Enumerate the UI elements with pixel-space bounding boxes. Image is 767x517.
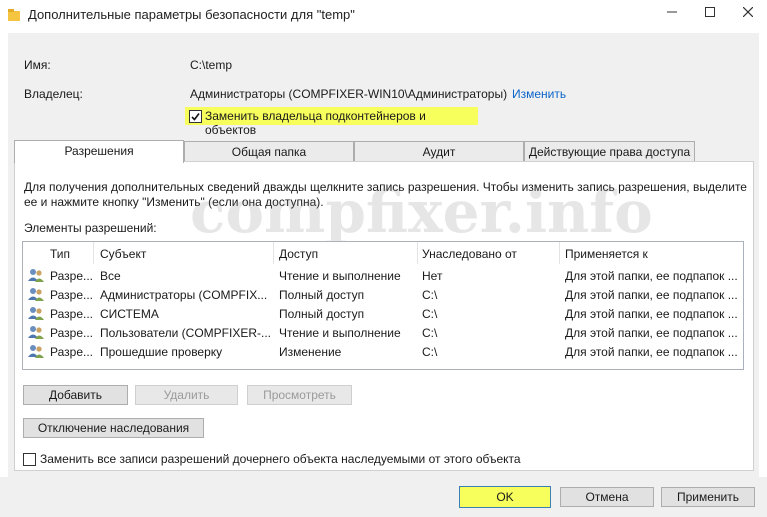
cell-subject: Прошедшие проверку xyxy=(100,345,223,359)
cell-subject: Администраторы (COMPFIX... xyxy=(100,288,268,302)
disable-inheritance-label: Отключение наследования xyxy=(37,421,190,435)
cell-applies: Для этой папки, ее подпапок ... xyxy=(565,269,738,283)
owner-value: Администраторы (COMPFIXER-WIN10\Админист… xyxy=(190,87,508,101)
tab-permissions-front-label: Разрешения xyxy=(64,144,134,158)
cell-inherited: C:\ xyxy=(422,326,438,340)
apply-button[interactable]: Применить xyxy=(661,487,755,507)
col-subject[interactable]: Субъект xyxy=(100,247,146,261)
tab-shared-folder[interactable]: Общая папка xyxy=(184,141,354,162)
cell-access: Полный доступ xyxy=(279,307,365,321)
replace-owner-label: Заменить владельца подконтейнеров и объе… xyxy=(205,109,426,137)
cell-type: Разре... xyxy=(50,326,93,340)
replace-owner-checkbox[interactable] xyxy=(189,110,202,123)
cell-access: Чтение и выполнение xyxy=(279,326,401,340)
ok-button-label: OK xyxy=(496,490,514,504)
col-access[interactable]: Доступ xyxy=(279,247,318,261)
title-bar: Дополнительные параметры безопасности дл… xyxy=(0,0,767,30)
remove-button-label: Удалить xyxy=(163,388,210,402)
cell-subject: Все xyxy=(100,269,121,283)
table-row[interactable]: Разре... Прошедшие проверку Изменение C:… xyxy=(23,342,743,361)
close-icon xyxy=(743,7,753,17)
cell-type: Разре... xyxy=(50,345,93,359)
cell-inherited: C:\ xyxy=(422,345,438,359)
cell-access: Чтение и выполнение xyxy=(279,269,401,283)
disable-inheritance-button[interactable]: Отключение наследования xyxy=(23,418,204,438)
folder-icon xyxy=(8,9,20,21)
replace-child-permissions-checkbox[interactable] xyxy=(23,453,36,466)
users-icon xyxy=(28,345,44,358)
remove-button[interactable]: Удалить xyxy=(135,385,238,405)
cell-type: Разре... xyxy=(50,307,93,321)
users-icon xyxy=(28,269,44,282)
permission-list[interactable]: Тип Субъект Доступ Унаследовано от Приме… xyxy=(22,241,744,370)
table-row[interactable]: Разре... Пользователи (COMPFIXER-... Чте… xyxy=(23,323,743,342)
col-divider[interactable] xyxy=(559,242,560,264)
tab-effective-access-label: Действующие права доступа xyxy=(528,145,691,159)
users-icon xyxy=(28,326,44,339)
apply-button-label: Применить xyxy=(676,490,739,504)
window-title: Дополнительные параметры безопасности дл… xyxy=(28,7,355,22)
tab-audit-label: Аудит xyxy=(422,145,456,159)
table-row[interactable]: Разре... Все Чтение и выполнение Нет Для… xyxy=(23,266,743,285)
cancel-button[interactable]: Отмена xyxy=(560,487,654,507)
col-divider[interactable] xyxy=(417,242,418,264)
replace-child-permissions-label: Заменить все записи разрешений дочернего… xyxy=(40,452,521,466)
col-divider[interactable] xyxy=(273,242,274,264)
watermark: compfixer.info xyxy=(190,178,653,246)
tab-shared-folder-label: Общая папка xyxy=(231,145,307,159)
users-icon xyxy=(28,288,44,301)
change-owner-link[interactable]: Изменить xyxy=(512,87,566,101)
cell-inherited: C:\ xyxy=(422,288,438,302)
checkmark-icon xyxy=(191,113,200,121)
minimize-button[interactable] xyxy=(652,0,692,24)
add-button-label: Добавить xyxy=(48,388,103,402)
cell-applies: Для этой папки, ее подпапок ... xyxy=(565,307,738,321)
ok-button[interactable]: OK xyxy=(459,486,551,508)
col-divider[interactable] xyxy=(93,242,94,264)
cell-type: Разре... xyxy=(50,288,93,302)
cell-applies: Для этой папки, ее подпапок ... xyxy=(565,288,738,302)
users-icon xyxy=(28,307,44,320)
cell-type: Разре... xyxy=(50,269,93,283)
tab-effective-access[interactable]: Действующие права доступа xyxy=(524,141,695,162)
view-button[interactable]: Просмотреть xyxy=(247,385,352,405)
maximize-icon xyxy=(705,7,715,17)
name-value: C:\temp xyxy=(190,58,233,72)
cell-applies: Для этой папки, ее подпапок ... xyxy=(565,326,738,340)
cancel-button-label: Отмена xyxy=(585,490,629,504)
close-button[interactable] xyxy=(728,0,767,24)
col-inherited[interactable]: Унаследовано от xyxy=(422,247,517,261)
view-button-label: Просмотреть xyxy=(263,388,336,402)
add-button[interactable]: Добавить xyxy=(23,385,128,405)
minimize-icon xyxy=(667,11,677,13)
cell-inherited: Нет xyxy=(422,269,443,283)
table-row[interactable]: Разре... СИСТЕМА Полный доступ C:\ Для э… xyxy=(23,304,743,323)
cell-subject: Пользователи (COMPFIXER-... xyxy=(100,326,271,340)
cell-inherited: C:\ xyxy=(422,307,438,321)
tab-audit[interactable]: Аудит xyxy=(354,141,524,162)
permission-entries-label: Элементы разрешений: xyxy=(24,221,157,235)
cell-access: Полный доступ xyxy=(279,288,365,302)
replace-owner-row[interactable]: Заменить владельца подконтейнеров и объе… xyxy=(185,107,478,137)
name-label: Имя: xyxy=(24,58,51,72)
col-type[interactable]: Тип xyxy=(50,247,70,261)
cell-subject: СИСТЕМА xyxy=(100,307,159,321)
owner-label: Владелец: xyxy=(24,87,83,101)
list-header: Тип Субъект Доступ Унаследовано от Приме… xyxy=(23,242,743,264)
cell-access: Изменение xyxy=(279,345,342,359)
table-row[interactable]: Разре... Администраторы (COMPFIX... Полн… xyxy=(23,285,743,304)
col-applies[interactable]: Применяется к xyxy=(565,247,648,261)
maximize-button[interactable] xyxy=(690,0,730,24)
cell-applies: Для этой папки, ее подпапок ... xyxy=(565,345,738,359)
tab-permissions-front[interactable]: Разрешения xyxy=(14,140,184,163)
